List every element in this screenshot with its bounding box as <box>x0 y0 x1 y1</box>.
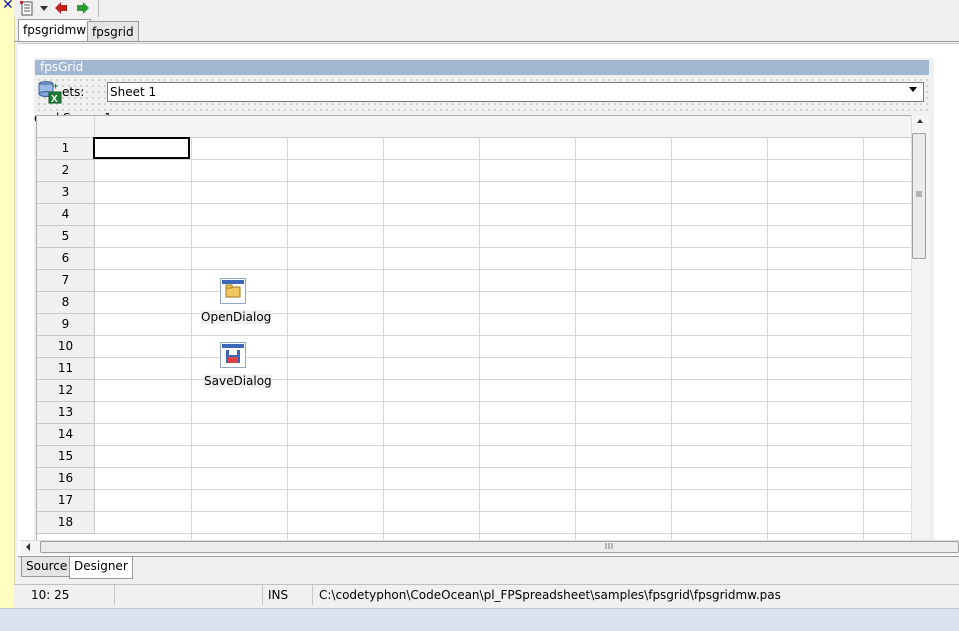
grid-row-line <box>95 467 912 468</box>
toggle-form-unit-icon[interactable] <box>20 1 34 16</box>
row-header[interactable]: 2 <box>37 160 95 182</box>
grid-row-line <box>95 511 912 512</box>
row-header[interactable]: 5 <box>37 226 95 248</box>
workbook-source-icon[interactable]: X + <box>37 79 63 105</box>
status-separator <box>312 585 313 605</box>
grid-column-line <box>383 137 384 541</box>
scroll-left-icon[interactable] <box>24 540 38 554</box>
column-header[interactable] <box>575 116 672 138</box>
status-separator <box>262 585 263 605</box>
insert-mode: INS <box>268 588 289 602</box>
sheets-label: ets: <box>62 85 85 99</box>
column-header[interactable] <box>95 116 192 138</box>
column-header[interactable] <box>671 116 768 138</box>
row-header[interactable]: 1 <box>37 138 95 160</box>
corner-header <box>37 116 95 138</box>
spreadsheet-grid[interactable]: 1 2 3 4 5 6 7 8 9 10 11 12 13 14 15 16 1… <box>36 115 912 541</box>
editor-toolbar <box>14 0 959 17</box>
grid-column-line <box>575 137 576 541</box>
grid-row-line <box>95 181 912 182</box>
row-header[interactable]: 13 <box>37 402 95 424</box>
grid-row-line <box>95 291 912 292</box>
dropdown-arrow-icon[interactable] <box>39 1 49 15</box>
status-separator <box>114 585 115 605</box>
grid-row-line <box>95 247 912 248</box>
back-arrow-icon[interactable] <box>54 1 68 15</box>
form-title-bar[interactable]: fpsGrid <box>35 60 929 75</box>
view-tabs-bar <box>18 556 959 579</box>
column-header[interactable] <box>479 116 576 138</box>
grid-row-line <box>95 203 912 204</box>
grid-column-line <box>191 137 192 541</box>
bottom-panel-strip <box>0 608 959 631</box>
toolbar-separator <box>98 0 99 17</box>
grid-row-line <box>95 159 912 160</box>
row-header[interactable]: 16 <box>37 468 95 490</box>
selected-cell[interactable] <box>93 137 190 159</box>
tab-designer[interactable]: Designer <box>69 557 133 579</box>
row-header[interactable]: 3 <box>37 182 95 204</box>
row-header[interactable]: 7 <box>37 270 95 292</box>
grid-column-line <box>863 137 864 541</box>
grid-row-line <box>95 335 912 336</box>
row-header[interactable]: 8 <box>37 292 95 314</box>
grid-column-line <box>479 137 480 541</box>
grid-row-line <box>95 533 912 534</box>
sheets-combobox-value: Sheet 1 <box>110 85 157 99</box>
row-header[interactable]: 15 <box>37 446 95 468</box>
sheets-combobox[interactable] <box>107 82 924 102</box>
grid-row-line <box>95 357 912 358</box>
column-header[interactable] <box>383 116 480 138</box>
column-header[interactable] <box>863 116 912 138</box>
row-header[interactable]: 4 <box>37 204 95 226</box>
tab-source[interactable]: Source <box>21 557 73 577</box>
scroll-grip-icon <box>915 190 923 198</box>
scroll-up-icon[interactable] <box>911 115 928 131</box>
tab-fpsgrid[interactable]: fpsgrid <box>87 21 139 42</box>
grid-row-line <box>95 269 912 270</box>
close-editor-icon[interactable]: ✕ <box>2 0 14 13</box>
grid-column-line <box>287 137 288 541</box>
column-header[interactable] <box>191 116 288 138</box>
horizontal-scroll-thumb[interactable] <box>40 541 959 553</box>
row-header[interactable]: 6 <box>37 248 95 270</box>
svg-text:+: + <box>53 81 58 91</box>
row-header[interactable]: 14 <box>37 424 95 446</box>
grid-row-line <box>95 401 912 402</box>
grid-row-line <box>95 445 912 446</box>
tabs-divider <box>14 41 959 42</box>
grid-column-line <box>767 137 768 541</box>
row-header[interactable]: 11 <box>37 358 95 380</box>
grid-row-line <box>95 225 912 226</box>
save-dialog-component-icon[interactable] <box>220 342 246 368</box>
chevron-down-icon[interactable] <box>908 84 918 97</box>
file-path: C:\codetyphon\CodeOcean\pl_FPSpreadsheet… <box>319 588 781 602</box>
save-dialog-label: SaveDialog <box>204 374 272 388</box>
open-dialog-component-icon[interactable] <box>220 278 246 304</box>
open-dialog-label: OpenDialog <box>201 310 272 324</box>
tab-fpsgridmw[interactable]: fpsgridmw <box>18 19 92 42</box>
column-header[interactable] <box>287 116 384 138</box>
row-header[interactable]: 12 <box>37 380 95 402</box>
row-header[interactable]: 10 <box>37 336 95 358</box>
grid-column-line <box>671 137 672 541</box>
left-gutter-strip <box>0 0 15 612</box>
forward-arrow-icon[interactable] <box>76 1 90 15</box>
row-header[interactable]: 17 <box>37 490 95 512</box>
scroll-grip-icon <box>604 540 614 555</box>
grid-row-line <box>95 489 912 490</box>
grid-row-line <box>95 423 912 424</box>
row-header[interactable]: 18 <box>37 512 95 534</box>
cursor-position: 10: 25 <box>31 588 70 602</box>
row-header[interactable]: 9 <box>37 314 95 336</box>
column-header[interactable] <box>767 116 864 138</box>
svg-text:X: X <box>51 94 58 105</box>
